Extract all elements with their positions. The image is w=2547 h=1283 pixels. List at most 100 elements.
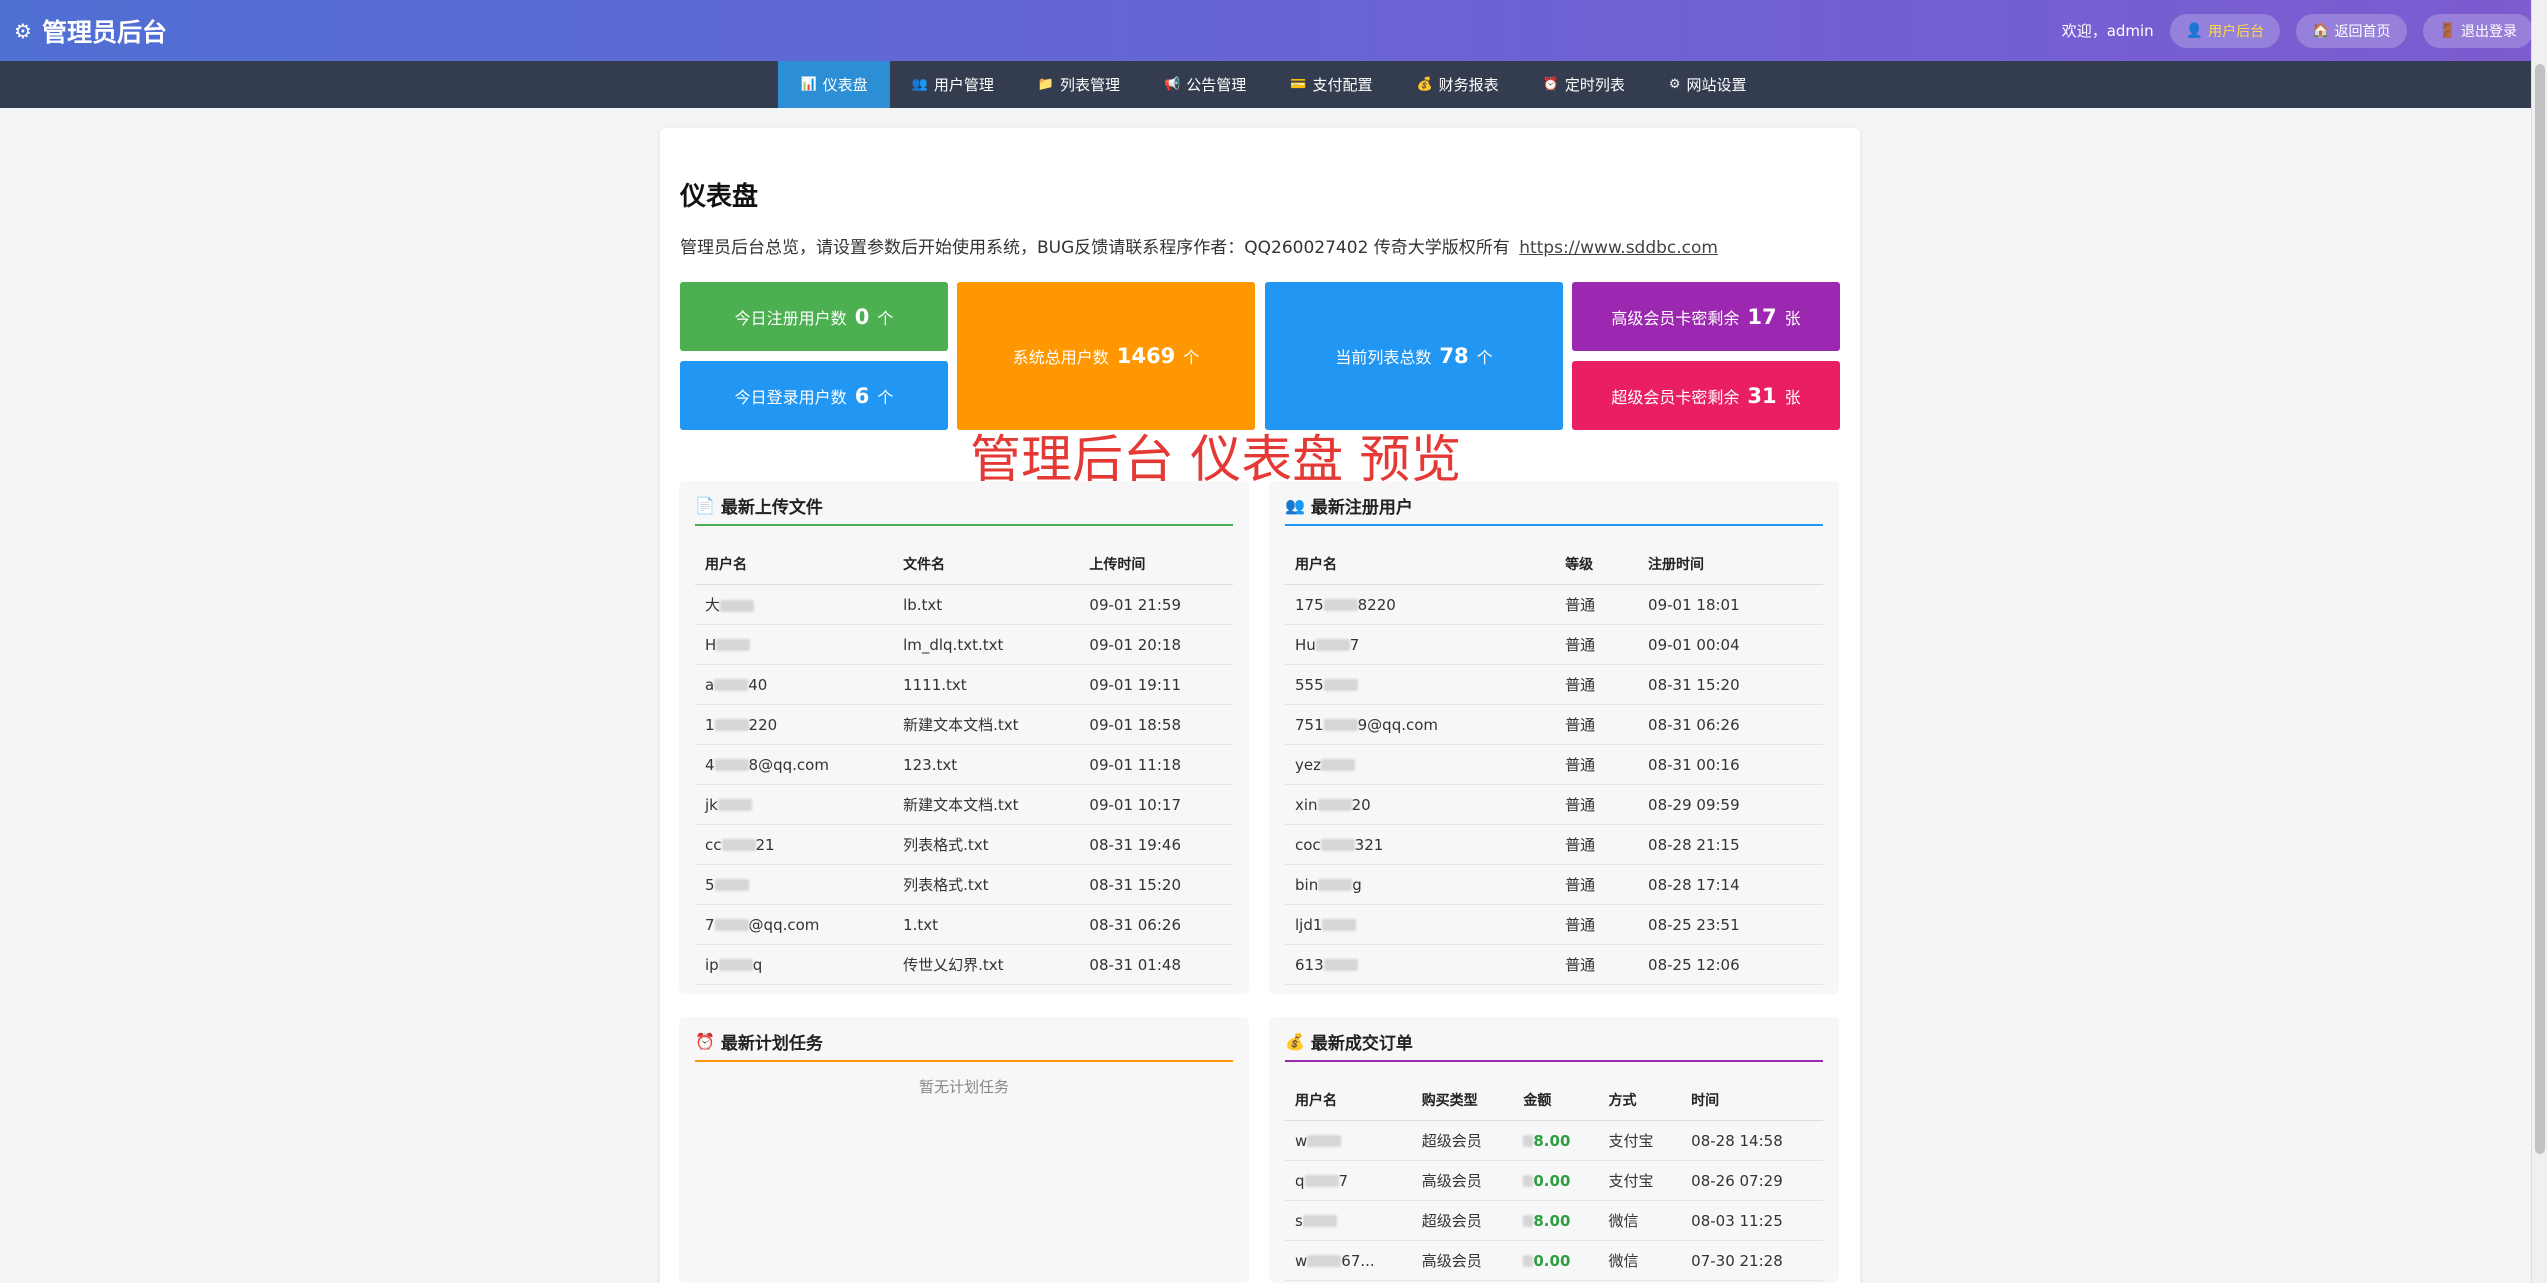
redacted-mask [714, 879, 749, 891]
time-cell: 09-01 18:01 [1638, 584, 1823, 625]
redacted-mask [1317, 799, 1352, 811]
stat-super-cards: 超级会员卡密剩余 31 张 [1572, 361, 1840, 430]
table-row: 555 普通 08-31 15:20 [1285, 664, 1823, 705]
username-prefix: xin [1295, 795, 1318, 814]
scrollbar-thumb[interactable] [2535, 64, 2545, 1154]
level-cell: 普通 [1555, 584, 1639, 625]
redacted-mask [1323, 959, 1358, 971]
level-cell: 普通 [1555, 624, 1639, 665]
username-cell: 7 @qq.com [695, 904, 894, 945]
stat-label: 今日注册用户数 [734, 308, 847, 328]
amount-cell: 0.00 [1513, 1160, 1599, 1201]
filename-cell: 列表格式.txt [893, 864, 1080, 905]
nav-label: 支付配置 [1312, 76, 1373, 94]
table-row: Hlm_dlq.txt.txt 09-01 20:18 [695, 624, 1233, 665]
alarm-icon: ⏰ [1542, 77, 1559, 92]
user-backend-button[interactable]: 👤 用户后台 [2169, 13, 2281, 48]
username-cell: 1 220 [695, 704, 894, 745]
redacted-mask [714, 919, 749, 931]
stat-value: 1469 [1116, 344, 1176, 368]
empty-state: 暂无计划任务 [918, 1078, 1009, 1096]
username-prefix: ip [705, 955, 719, 974]
username-cell: 大 [695, 584, 894, 625]
stat-label: 今日登录用户数 [734, 387, 847, 407]
level-cell: 普通 [1555, 944, 1639, 985]
nav-label: 列表管理 [1060, 76, 1121, 94]
stat-value: 31 [1747, 383, 1777, 408]
nav-payment[interactable]: 💳 支付配置 [1268, 61, 1394, 108]
stat-unit: 个 [877, 308, 894, 328]
username-prefix: 555 [1295, 675, 1324, 694]
logout-button[interactable]: 🚪 退出登录 [2422, 13, 2533, 48]
time-cell: 08-31 15:20 [1079, 864, 1233, 905]
redacted-mask [1523, 1135, 1534, 1147]
table-row: 4 8@qq.com 123.txt 09-01 11:18 [695, 744, 1233, 785]
panel-title: 最新上传文件 [720, 498, 823, 518]
redacted-mask [1315, 639, 1350, 651]
username-cell: 613 [1285, 944, 1556, 985]
username-prefix: 4 [705, 755, 715, 774]
amount-value: 8.00 [1533, 1211, 1571, 1230]
time-cell: 08-28 21:15 [1638, 824, 1823, 865]
username-cell: w 67... [1285, 1240, 1412, 1281]
stat-total-lists: 当前列表总数 78 个 [1265, 282, 1563, 430]
username-cell: 555 [1285, 664, 1556, 705]
username-cell: yez [1285, 744, 1556, 785]
amount-value: 8.00 [1533, 1131, 1571, 1150]
gear-icon: ⚙ [14, 18, 32, 43]
home-label: 返回首页 [2334, 23, 2391, 40]
nav-notices[interactable]: 📢 公告管理 [1142, 61, 1268, 108]
redacted-mask [1322, 919, 1357, 931]
username-prefix: bin [1295, 875, 1319, 894]
redacted-mask [1320, 839, 1355, 851]
table-row: cc 21 列表格式.txt 08-31 19:46 [695, 824, 1233, 865]
redacted-mask [714, 759, 749, 771]
username-suffix: 40 [748, 675, 768, 694]
type-cell: 超级会员 [1411, 1200, 1514, 1241]
site-link[interactable]: https://www.sddbc.com [1519, 238, 1718, 258]
username-prefix: cc [705, 835, 722, 854]
username-prefix: ljd1 [1295, 915, 1323, 934]
table-row: 7 @qq.com 1.txt 08-31 06:26 [695, 904, 1233, 945]
stat-label: 超级会员卡密剩余 [1611, 387, 1740, 407]
amount-cell: 0.00 [1513, 1240, 1599, 1281]
vertical-scrollbar[interactable] [2531, 0, 2547, 1283]
username-suffix: 220 [748, 715, 778, 734]
table-row: 751 9@qq.com 普通 08-31 06:26 [1285, 704, 1823, 745]
username-prefix: w [1295, 1251, 1308, 1270]
stat-total-users: 系统总用户数 1469 个 [957, 282, 1255, 430]
nav-schedule[interactable]: ⏰ 定时列表 [1521, 61, 1647, 108]
home-button[interactable]: 🏠 返回首页 [2296, 13, 2407, 48]
username-cell: q7 [1285, 1160, 1412, 1201]
nav-lists[interactable]: 📁 列表管理 [1016, 61, 1142, 108]
time-cell: 08-03 11:25 [1681, 1200, 1823, 1241]
uploads-table: 用户名 文件名 上传时间 大 lb.txt 09-01 21:59 Hlm_dlq.t… [695, 544, 1233, 985]
time-cell: 07-30 21:28 [1681, 1240, 1823, 1281]
welcome-text: 欢迎，admin [2061, 22, 2154, 40]
card-icon: 💳 [1290, 77, 1307, 92]
nav-users[interactable]: 👥 用户管理 [890, 61, 1016, 108]
nav-dashboard[interactable]: 📊 仪表盘 [778, 61, 890, 108]
type-cell: 高级会员 [1411, 1160, 1514, 1201]
username-suffix: g [1352, 875, 1362, 894]
uploads-header: 📄 最新上传文件 [695, 493, 1233, 526]
nav-finance[interactable]: 💰 财务报表 [1394, 61, 1520, 108]
username-suffix: 321 [1354, 835, 1384, 854]
uploads-panel: 📄 最新上传文件 用户名 文件名 上传时间 大 lb.txt 09-01 21:59… [679, 481, 1249, 994]
column-header: 金额 [1513, 1080, 1599, 1121]
amount-cell: 8.00 [1513, 1200, 1599, 1241]
nav-settings[interactable]: ⚙ 网站设置 [1647, 61, 1769, 108]
nav-label: 仪表盘 [822, 76, 868, 94]
chart-icon: 📊 [800, 77, 817, 92]
money-bag-icon: 💰 [1416, 77, 1433, 92]
panel-title: 最新计划任务 [720, 1034, 823, 1054]
username-suffix: 20 [1351, 795, 1371, 814]
level-cell: 普通 [1555, 904, 1639, 945]
redacted-mask [1523, 1215, 1534, 1227]
main-nav: 📊 仪表盘 👥 用户管理 📁 列表管理 📢 公告管理 💳 支付配置 💰 财务报表 ⏰ 定时列表… [0, 61, 2547, 108]
filename-cell: lm_dlq.txt.txt [893, 624, 1080, 665]
type-cell: 超级会员 [1411, 1120, 1514, 1161]
orders-header: 💰 最新成交订单 [1285, 1029, 1823, 1062]
stat-unit: 个 [877, 387, 894, 407]
nav-label: 公告管理 [1186, 76, 1247, 94]
